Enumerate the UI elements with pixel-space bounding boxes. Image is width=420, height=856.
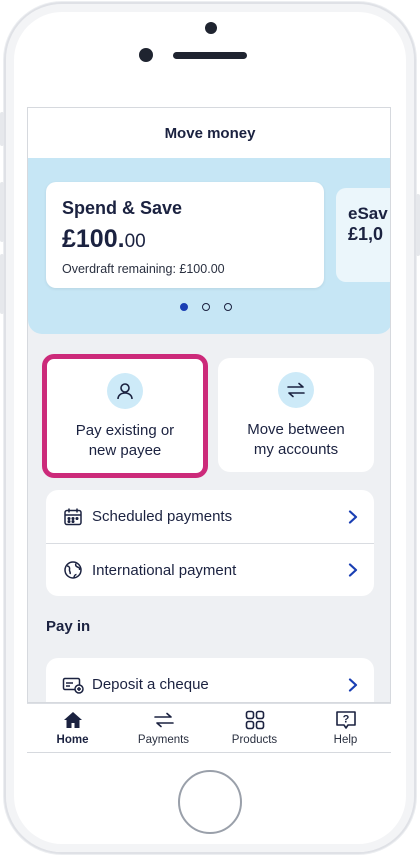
carousel-pagination[interactable] [180, 303, 232, 311]
tab-products[interactable]: Products [209, 704, 300, 752]
overdraft-remaining: Overdraft remaining: £100.00 [62, 262, 225, 276]
earpiece-speaker [173, 52, 247, 59]
account-card-spend-save[interactable]: Spend & Save £100.00 Overdraft remaining… [46, 182, 324, 288]
pagination-dot[interactable] [202, 303, 210, 311]
chevron-right-icon [346, 563, 360, 577]
account-balance: £100.00 [62, 225, 146, 253]
top-bar: Move money [28, 108, 390, 158]
pagination-dot[interactable] [224, 303, 232, 311]
cheque-icon [62, 674, 84, 696]
pay-payee-label: Pay existing or new payee [75, 422, 175, 459]
chevron-right-icon [346, 677, 360, 692]
power-button [416, 194, 420, 256]
volume-up-button [0, 182, 4, 242]
home-button[interactable] [178, 770, 242, 834]
international-payment-label: International payment [92, 561, 237, 579]
move-between-label: Move between my accounts [247, 421, 345, 458]
app-screen: Move money Spend & Save £100.00 Overdraf… [27, 107, 391, 703]
tab-label: Help [333, 734, 358, 746]
tab-label: Home [56, 734, 89, 746]
pay-payee-tile[interactable]: Pay existing or new payee [42, 354, 208, 478]
tab-label: Payments [137, 734, 190, 746]
grid-icon [245, 710, 265, 730]
deposit-cheque-row[interactable]: Deposit a cheque [46, 658, 374, 702]
mute-switch [0, 112, 4, 146]
page-title: Move money [164, 124, 256, 142]
proximity-sensor [139, 48, 153, 62]
account-name: Spend & Save [62, 198, 183, 218]
scheduled-payments-label: Scheduled payments [92, 508, 233, 525]
volume-down-button [0, 254, 4, 314]
calendar-icon [62, 506, 84, 528]
payments-options-list: Scheduled payments International payment [46, 490, 374, 596]
front-camera [205, 22, 217, 34]
account-balance: £1,0 [348, 224, 384, 244]
tab-payments[interactable]: Payments [118, 704, 209, 752]
accounts-carousel[interactable]: Spend & Save £100.00 Overdraft remaining… [28, 158, 390, 334]
pay-in-heading: Pay in [46, 618, 91, 635]
account-name: eSav [348, 204, 388, 223]
help-icon: ? [335, 710, 357, 730]
globe-icon [62, 559, 84, 581]
svg-text:?: ? [342, 714, 349, 726]
international-payment-row[interactable]: International payment [46, 543, 374, 596]
account-card-esaver[interactable]: eSav £1,0 [336, 188, 390, 282]
transfer-arrows-icon [153, 710, 175, 730]
home-icon [63, 710, 83, 730]
pay-in-list: Deposit a cheque [46, 658, 374, 702]
transfer-arrows-icon [278, 372, 314, 408]
tab-home[interactable]: Home [27, 704, 118, 752]
bottom-tab-bar: Home Payments Products ? Help [27, 703, 391, 753]
tab-label: Products [231, 734, 278, 746]
deposit-cheque-label: Deposit a cheque [92, 676, 209, 693]
tab-help[interactable]: ? Help [300, 704, 391, 752]
chevron-right-icon [346, 509, 360, 524]
scheduled-payments-row[interactable]: Scheduled payments [46, 490, 374, 543]
move-between-accounts-tile[interactable]: Move between my accounts [218, 358, 374, 472]
pagination-dot[interactable] [180, 303, 188, 311]
person-icon [107, 373, 143, 409]
